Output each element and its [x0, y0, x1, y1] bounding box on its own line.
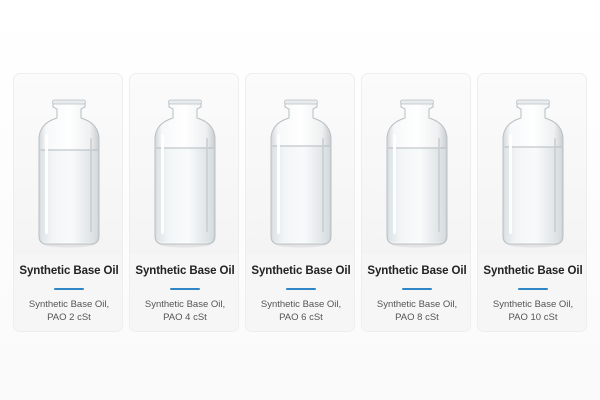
product-card[interactable]: Synthetic Base Oil Synthetic Base Oil, P…: [245, 73, 355, 332]
product-description: Synthetic Base Oil, PAO 8 cSt: [362, 298, 470, 324]
product-card[interactable]: Synthetic Base Oil Synthetic Base Oil, P…: [13, 73, 123, 332]
product-image[interactable]: [14, 74, 122, 254]
product-image[interactable]: [478, 74, 586, 254]
product-description-line-1: Synthetic Base Oil,: [28, 299, 110, 310]
glass-bottle-icon: [38, 99, 100, 248]
product-title[interactable]: Synthetic Base Oil: [478, 265, 586, 277]
product-description-line-2: PAO 4 cSt: [163, 312, 207, 323]
glass-bottle-icon: [154, 99, 216, 248]
product-description-line-2: PAO 6 cSt: [279, 312, 323, 323]
title-divider: [402, 288, 432, 290]
product-card[interactable]: Synthetic Base Oil Synthetic Base Oil, P…: [477, 73, 587, 332]
title-divider: [170, 288, 200, 290]
product-title[interactable]: Synthetic Base Oil: [362, 265, 470, 277]
product-card[interactable]: Synthetic Base Oil Synthetic Base Oil, P…: [361, 73, 471, 332]
title-divider: [54, 288, 84, 290]
product-title[interactable]: Synthetic Base Oil: [246, 265, 354, 277]
title-divider: [518, 288, 548, 290]
product-description: Synthetic Base Oil, PAO 4 cSt: [130, 298, 238, 324]
product-image[interactable]: [362, 74, 470, 254]
product-card[interactable]: Synthetic Base Oil Synthetic Base Oil, P…: [129, 73, 239, 332]
product-description-line-1: Synthetic Base Oil,: [144, 299, 226, 310]
title-divider: [286, 288, 316, 290]
product-grid-page: Synthetic Base Oil Synthetic Base Oil, P…: [0, 0, 600, 400]
product-image[interactable]: [130, 74, 238, 254]
product-description: Synthetic Base Oil, PAO 2 cSt: [14, 298, 122, 324]
glass-bottle-icon: [502, 99, 564, 248]
product-description-line-1: Synthetic Base Oil,: [376, 299, 458, 310]
product-title[interactable]: Synthetic Base Oil: [14, 265, 122, 277]
product-description-line-2: PAO 10 cSt: [508, 312, 558, 323]
product-description-line-2: PAO 8 cSt: [395, 312, 439, 323]
product-image[interactable]: [246, 74, 354, 254]
product-description-line-1: Synthetic Base Oil,: [260, 299, 342, 310]
product-description: Synthetic Base Oil, PAO 10 cSt: [478, 298, 586, 324]
glass-bottle-icon: [386, 99, 448, 248]
product-description: Synthetic Base Oil, PAO 6 cSt: [246, 298, 354, 324]
product-title[interactable]: Synthetic Base Oil: [130, 265, 238, 277]
product-description-line-2: PAO 2 cSt: [47, 312, 91, 323]
glass-bottle-icon: [270, 99, 332, 248]
product-description-line-1: Synthetic Base Oil,: [492, 299, 574, 310]
